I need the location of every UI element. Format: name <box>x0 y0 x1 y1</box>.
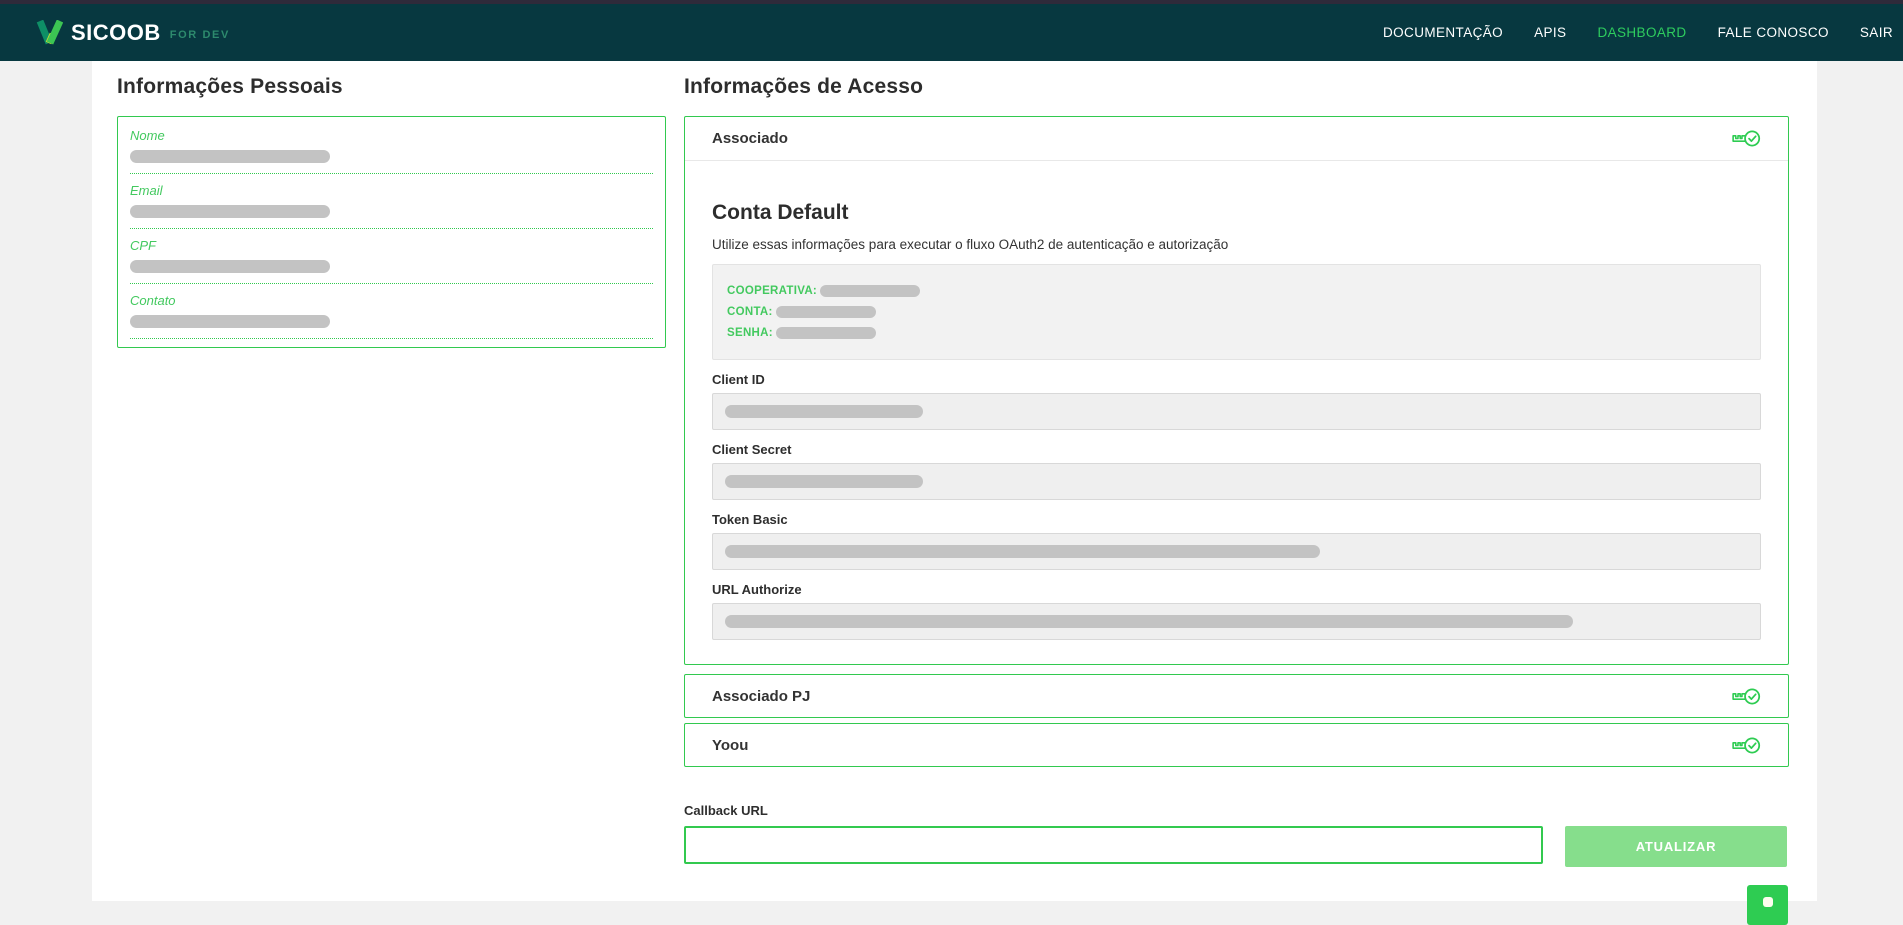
nav-menu: DOCUMENTAÇÃO APIS DASHBOARD FALE CONOSCO… <box>1383 25 1893 40</box>
credentials-box: COOPERATIVA: CONTA: SENHA: <box>712 264 1761 360</box>
callback-url-group: Callback URL ATUALIZAR <box>684 803 1789 867</box>
field-label: Token Basic <box>712 512 1761 527</box>
callback-row: ATUALIZAR <box>684 826 1789 867</box>
field-label: URL Authorize <box>712 582 1761 597</box>
readonly-value-box <box>712 463 1761 500</box>
personal-info-title: Informações Pessoais <box>117 75 666 99</box>
nav-item-dashboard[interactable]: DASHBOARD <box>1597 25 1686 40</box>
field-label: Email <box>130 183 653 198</box>
personal-info-section: Informações Pessoais Nome Email CPF Cont… <box>117 75 666 348</box>
accordion-associado: Associado Conta Default Utilize essas in… <box>684 116 1789 665</box>
credential-label: COOPERATIVA: <box>727 285 817 297</box>
access-info-section: Informações de Acesso Associado Conta De… <box>684 75 1789 867</box>
personal-field-email: Email <box>130 174 653 229</box>
credential-label: SENHA: <box>727 327 773 339</box>
redacted-value-bar <box>130 205 330 218</box>
nav-item-fale-conosco[interactable]: FALE CONOSCO <box>1718 25 1829 40</box>
redacted-value-bar <box>776 306 876 318</box>
accordion-header-associado-pj[interactable]: Associado PJ <box>685 675 1788 717</box>
personal-field-cpf: CPF <box>130 229 653 284</box>
accordion-header-yoou[interactable]: Yoou <box>685 724 1788 766</box>
sicoob-v-icon <box>36 20 63 45</box>
nav-item-apis[interactable]: APIS <box>1534 25 1566 40</box>
personal-field-nome: Nome <box>130 119 653 174</box>
brand-name: SICOOB <box>71 20 161 46</box>
key-check-icon <box>1730 127 1761 150</box>
personal-field-contato: Contato <box>130 284 653 339</box>
access-info-title: Informações de Acesso <box>684 75 1789 99</box>
nav-item-documentacao[interactable]: DOCUMENTAÇÃO <box>1383 25 1503 40</box>
credential-row-conta: CONTA: <box>727 306 1746 318</box>
redacted-value-bar <box>725 475 923 488</box>
credential-row-cooperativa: COOPERATIVA: <box>727 285 1746 297</box>
redacted-value-bar <box>776 327 876 339</box>
accordion-title: Associado <box>712 130 788 147</box>
field-url-authorize: URL Authorize <box>712 582 1761 640</box>
brand-badge: FOR DEV <box>170 29 230 41</box>
accordion-body-associado: Conta Default Utilize essas informações … <box>685 160 1788 664</box>
credential-row-senha: SENHA: <box>727 327 1746 339</box>
main-content-card: Informações Pessoais Nome Email CPF Cont… <box>92 61 1817 901</box>
field-label: CPF <box>130 238 653 253</box>
readonly-value-box <box>712 533 1761 570</box>
key-check-icon <box>1730 685 1761 708</box>
chat-button[interactable] <box>1747 885 1788 925</box>
redacted-value-bar <box>725 545 1320 558</box>
callback-url-label: Callback URL <box>684 803 1789 818</box>
conta-default-title: Conta Default <box>712 201 1761 225</box>
field-client-secret: Client Secret <box>712 442 1761 500</box>
field-label: Client ID <box>712 372 1761 387</box>
personal-info-card: Nome Email CPF Contato <box>117 116 666 348</box>
redacted-value-bar <box>130 260 330 273</box>
redacted-value-bar <box>820 285 920 297</box>
redacted-value-bar <box>725 615 1573 628</box>
field-token-basic: Token Basic <box>712 512 1761 570</box>
field-label: Nome <box>130 128 653 143</box>
accordion-title: Associado PJ <box>712 688 810 705</box>
field-label: Contato <box>130 293 653 308</box>
key-check-icon <box>1730 734 1761 757</box>
nav-item-sair[interactable]: SAIR <box>1860 25 1893 40</box>
accordion-yoou: Yoou <box>684 723 1789 767</box>
readonly-value-box <box>712 393 1761 430</box>
brand-logo[interactable]: SICOOB FOR DEV <box>36 20 230 46</box>
redacted-value-bar <box>725 405 923 418</box>
accordion-title: Yoou <box>712 737 748 754</box>
callback-url-input[interactable] <box>684 826 1543 864</box>
credential-label: CONTA: <box>727 306 773 318</box>
navbar: SICOOB FOR DEV DOCUMENTAÇÃO APIS DASHBOA… <box>0 4 1903 61</box>
redacted-value-bar <box>130 150 330 163</box>
field-label: Client Secret <box>712 442 1761 457</box>
redacted-value-bar <box>130 315 330 328</box>
accordion-header-associado[interactable]: Associado <box>685 117 1788 160</box>
atualizar-button[interactable]: ATUALIZAR <box>1565 826 1787 867</box>
readonly-value-box <box>712 603 1761 640</box>
accordion-associado-pj: Associado PJ <box>684 674 1789 718</box>
field-client-id: Client ID <box>712 372 1761 430</box>
conta-default-description: Utilize essas informações para executar … <box>712 237 1761 252</box>
chat-icon <box>1763 897 1773 907</box>
